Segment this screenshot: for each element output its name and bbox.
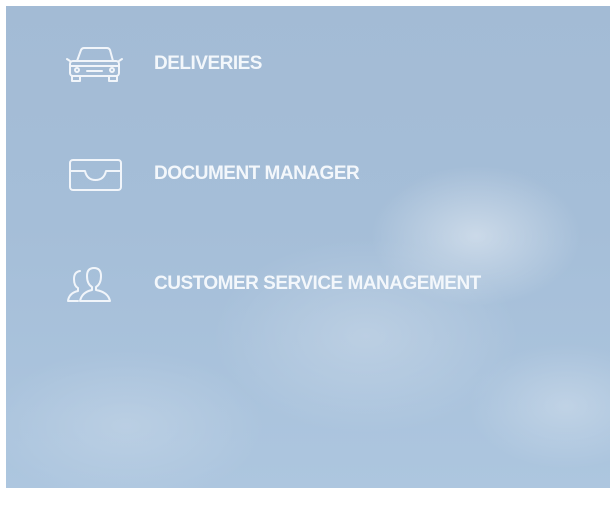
users-icon xyxy=(66,264,124,304)
inbox-tray-icon xyxy=(66,154,124,194)
nav-item-deliveries[interactable]: DELIVERIES xyxy=(6,44,610,84)
nav-item-customer-service-management[interactable]: CUSTOMER SERVICE MANAGEMENT xyxy=(6,264,610,304)
car-icon xyxy=(66,44,124,84)
nav-item-document-manager[interactable]: DOCUMENT MANAGER xyxy=(6,154,610,194)
nav-item-label: CUSTOMER SERVICE MANAGEMENT xyxy=(154,273,481,294)
nav-item-label: DELIVERIES xyxy=(154,53,262,74)
navigation-panel: DELIVERIES DOCUMENT MANAGER CUSTOMER SER… xyxy=(6,6,610,488)
nav-item-label: DOCUMENT MANAGER xyxy=(154,163,360,184)
